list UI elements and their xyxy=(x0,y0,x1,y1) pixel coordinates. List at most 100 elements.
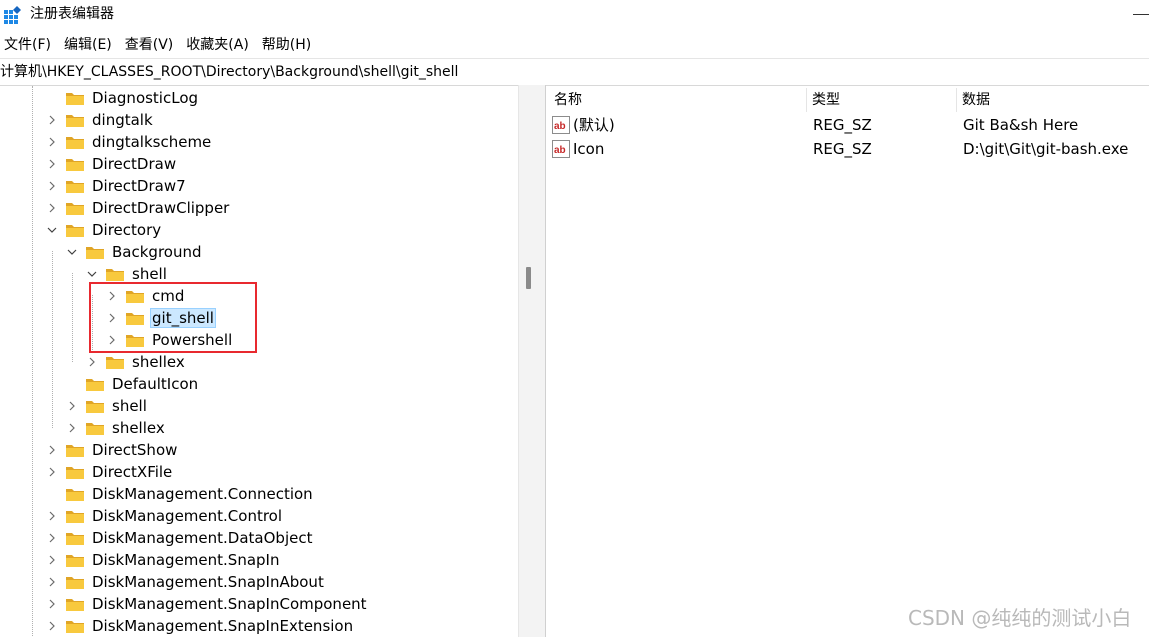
tree-expander[interactable] xyxy=(45,157,59,171)
column-header-data[interactable]: 数据 xyxy=(962,90,990,110)
menu-file[interactable]: 文件(F) xyxy=(0,34,56,58)
chevron-right-icon[interactable] xyxy=(45,157,59,171)
tree-expander[interactable] xyxy=(45,509,59,523)
chevron-down-icon[interactable] xyxy=(85,267,99,281)
tree-expander[interactable] xyxy=(85,267,99,281)
svg-text:ab: ab xyxy=(554,145,566,156)
address-path[interactable]: 计算机\HKEY_CLASSES_ROOT\Directory\Backgrou… xyxy=(0,62,458,82)
tree-node[interactable]: dingtalkscheme xyxy=(45,131,213,153)
chevron-right-icon[interactable] xyxy=(65,421,79,435)
menu-edit[interactable]: 编辑(E) xyxy=(60,34,117,58)
tree-node[interactable]: DiskManagement.DataObject xyxy=(45,527,314,549)
chevron-right-icon[interactable] xyxy=(45,531,59,545)
key-tree-pane[interactable]: DiagnosticLog dingtalk dingtalkscheme Direc… xyxy=(0,85,518,637)
scrollbar-thumb[interactable] xyxy=(526,267,531,289)
tree-expander[interactable] xyxy=(45,135,59,149)
chevron-right-icon[interactable] xyxy=(45,553,59,567)
chevron-right-icon[interactable] xyxy=(85,355,99,369)
chevron-right-icon[interactable] xyxy=(65,399,79,413)
value-row[interactable]: ab Icon REG_SZ D:\git\Git\git-bash.exe xyxy=(546,137,1149,161)
tree-expander[interactable] xyxy=(65,399,79,413)
tree-node[interactable]: shellex xyxy=(65,417,167,439)
tree-node[interactable]: DiagnosticLog xyxy=(45,87,200,109)
chevron-right-icon[interactable] xyxy=(45,135,59,149)
tree-expander[interactable] xyxy=(45,179,59,193)
tree-node-label: DiskManagement.DataObject xyxy=(92,529,313,547)
tree-node[interactable]: DefaultIcon xyxy=(65,373,200,395)
chevron-right-icon[interactable] xyxy=(45,179,59,193)
tree-expander[interactable] xyxy=(45,619,59,633)
title-bar: 注册表编辑器 xyxy=(0,0,1149,30)
registry-editor-icon xyxy=(4,6,21,24)
chevron-right-icon[interactable] xyxy=(45,509,59,523)
tree-node[interactable]: shellex xyxy=(85,351,187,373)
address-bar[interactable]: 计算机\HKEY_CLASSES_ROOT\Directory\Backgrou… xyxy=(0,58,1149,85)
tree-node[interactable]: DiskManagement.SnapInExtension xyxy=(45,615,355,637)
column-divider[interactable] xyxy=(806,88,807,112)
tree-node[interactable]: Directory xyxy=(45,219,163,241)
tree-node-label: DirectXFile xyxy=(92,463,173,481)
tree-expander[interactable] xyxy=(45,113,59,127)
tree-expander[interactable] xyxy=(45,201,59,215)
tree-expander[interactable] xyxy=(65,421,79,435)
folder-icon xyxy=(66,181,84,193)
folder-icon xyxy=(86,401,104,413)
tree-node[interactable]: DiskManagement.Control xyxy=(45,505,284,527)
tree-expander[interactable] xyxy=(85,355,99,369)
chevron-right-icon[interactable] xyxy=(45,597,59,611)
folder-icon xyxy=(66,225,84,237)
tree-node-label: shell xyxy=(132,265,167,283)
chevron-down-icon[interactable] xyxy=(45,223,59,237)
tree-expander[interactable] xyxy=(45,465,59,479)
tree-node[interactable]: DirectDrawClipper xyxy=(45,197,231,219)
tree-node[interactable]: DiskManagement.SnapInComponent xyxy=(45,593,369,615)
chevron-right-icon[interactable] xyxy=(45,113,59,127)
tree-node[interactable]: DiskManagement.SnapIn xyxy=(45,549,281,571)
tree-expander[interactable] xyxy=(45,575,59,589)
tree-node[interactable]: DirectXFile xyxy=(45,461,174,483)
column-divider[interactable] xyxy=(956,88,957,112)
column-header-name[interactable]: 名称 xyxy=(554,90,582,110)
tree-node[interactable]: dingtalk xyxy=(45,109,155,131)
menu-favorites[interactable]: 收藏夹(A) xyxy=(182,34,254,58)
tree-guide-line xyxy=(72,273,73,362)
minimize-button[interactable] xyxy=(1133,14,1149,15)
tree-guide-line xyxy=(52,251,53,428)
folder-icon xyxy=(66,203,84,215)
tree-expander xyxy=(65,377,79,391)
tree-node[interactable]: shell xyxy=(65,395,149,417)
folder-icon xyxy=(66,93,84,105)
column-header-type[interactable]: 类型 xyxy=(812,90,840,110)
tree-node-label: DiskManagement.Connection xyxy=(92,485,313,503)
folder-icon xyxy=(66,489,84,501)
tree-expander[interactable] xyxy=(45,443,59,457)
folder-icon xyxy=(66,511,84,523)
menu-view[interactable]: 查看(V) xyxy=(121,34,179,58)
window-title: 注册表编辑器 xyxy=(30,6,114,22)
tree-expander[interactable] xyxy=(45,223,59,237)
chevron-right-icon[interactable] xyxy=(45,443,59,457)
tree-expander[interactable] xyxy=(65,245,79,259)
folder-icon xyxy=(106,269,124,281)
chevron-right-icon[interactable] xyxy=(45,619,59,633)
folder-icon xyxy=(86,379,104,391)
tree-scrollbar[interactable] xyxy=(518,85,546,637)
chevron-right-icon[interactable] xyxy=(45,201,59,215)
folder-icon xyxy=(86,423,104,435)
tree-node[interactable]: DiskManagement.SnapInAbout xyxy=(45,571,326,593)
values-list-pane[interactable]: 名称 类型 数据 ab (默认) REG_SZ Git Ba&sh Here a… xyxy=(546,85,1149,637)
chevron-right-icon[interactable] xyxy=(45,465,59,479)
tree-expander[interactable] xyxy=(45,597,59,611)
tree-expander[interactable] xyxy=(45,553,59,567)
tree-node[interactable]: DiskManagement.Connection xyxy=(45,483,315,505)
tree-node[interactable]: DirectDraw xyxy=(45,153,178,175)
value-row[interactable]: ab (默认) REG_SZ Git Ba&sh Here xyxy=(546,113,1149,137)
chevron-right-icon[interactable] xyxy=(45,575,59,589)
tree-expander[interactable] xyxy=(45,531,59,545)
tree-node[interactable]: DirectDraw7 xyxy=(45,175,188,197)
tree-node-label: shellex xyxy=(112,419,165,437)
menu-help[interactable]: 帮助(H) xyxy=(258,34,316,58)
tree-node[interactable]: Background xyxy=(65,241,204,263)
tree-node[interactable]: DirectShow xyxy=(45,439,179,461)
chevron-down-icon[interactable] xyxy=(65,245,79,259)
